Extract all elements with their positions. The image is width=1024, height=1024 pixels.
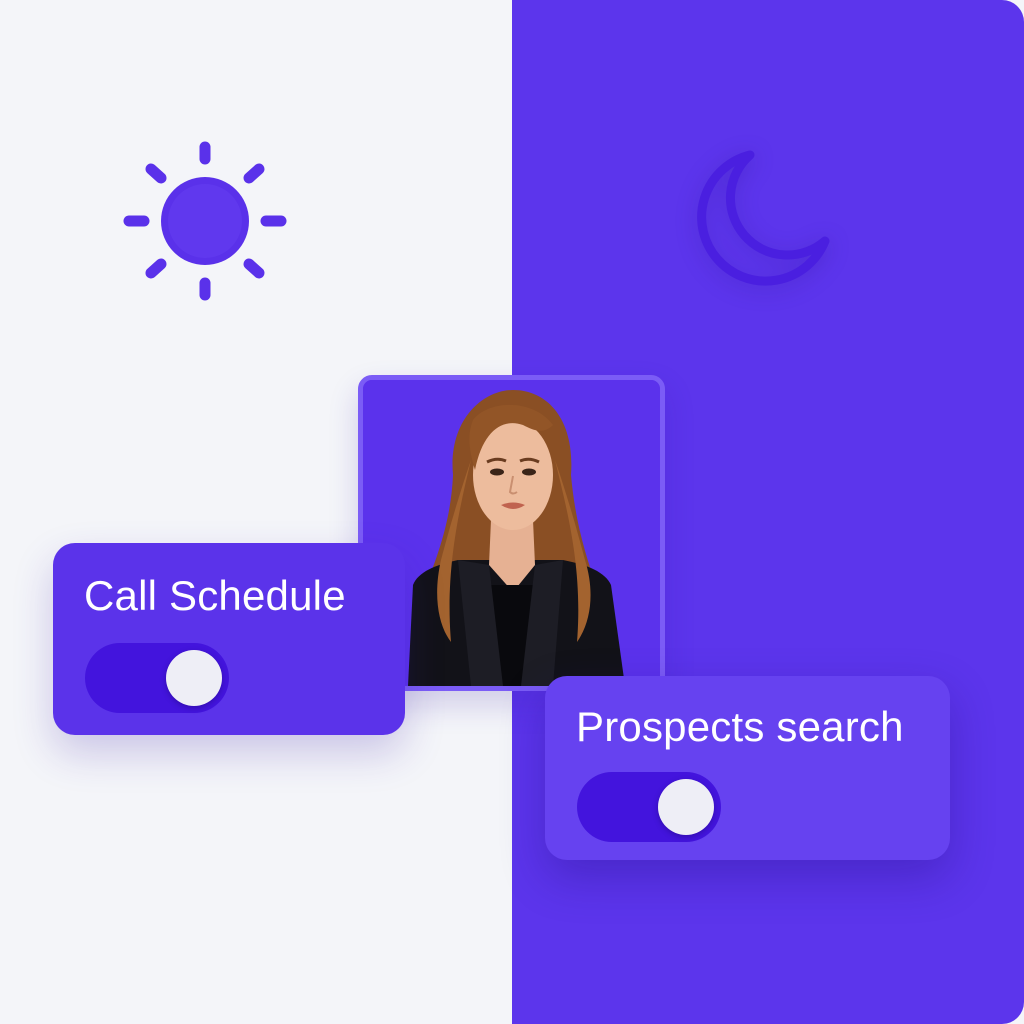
toggle-knob [658, 779, 714, 835]
call-schedule-label: Call Schedule [84, 572, 346, 619]
prospects-search-toggle[interactable] [577, 772, 721, 842]
theme-toggle-illustration: Call Schedule Prospects search [0, 0, 1024, 1024]
sun-icon [118, 137, 292, 307]
call-schedule-toggle[interactable] [85, 643, 229, 713]
call-schedule-card: Call Schedule [53, 543, 405, 735]
prospects-search-label: Prospects search [576, 703, 904, 750]
prospects-search-card: Prospects search [545, 676, 950, 860]
moon-icon [690, 145, 835, 290]
toggle-knob [166, 650, 222, 706]
